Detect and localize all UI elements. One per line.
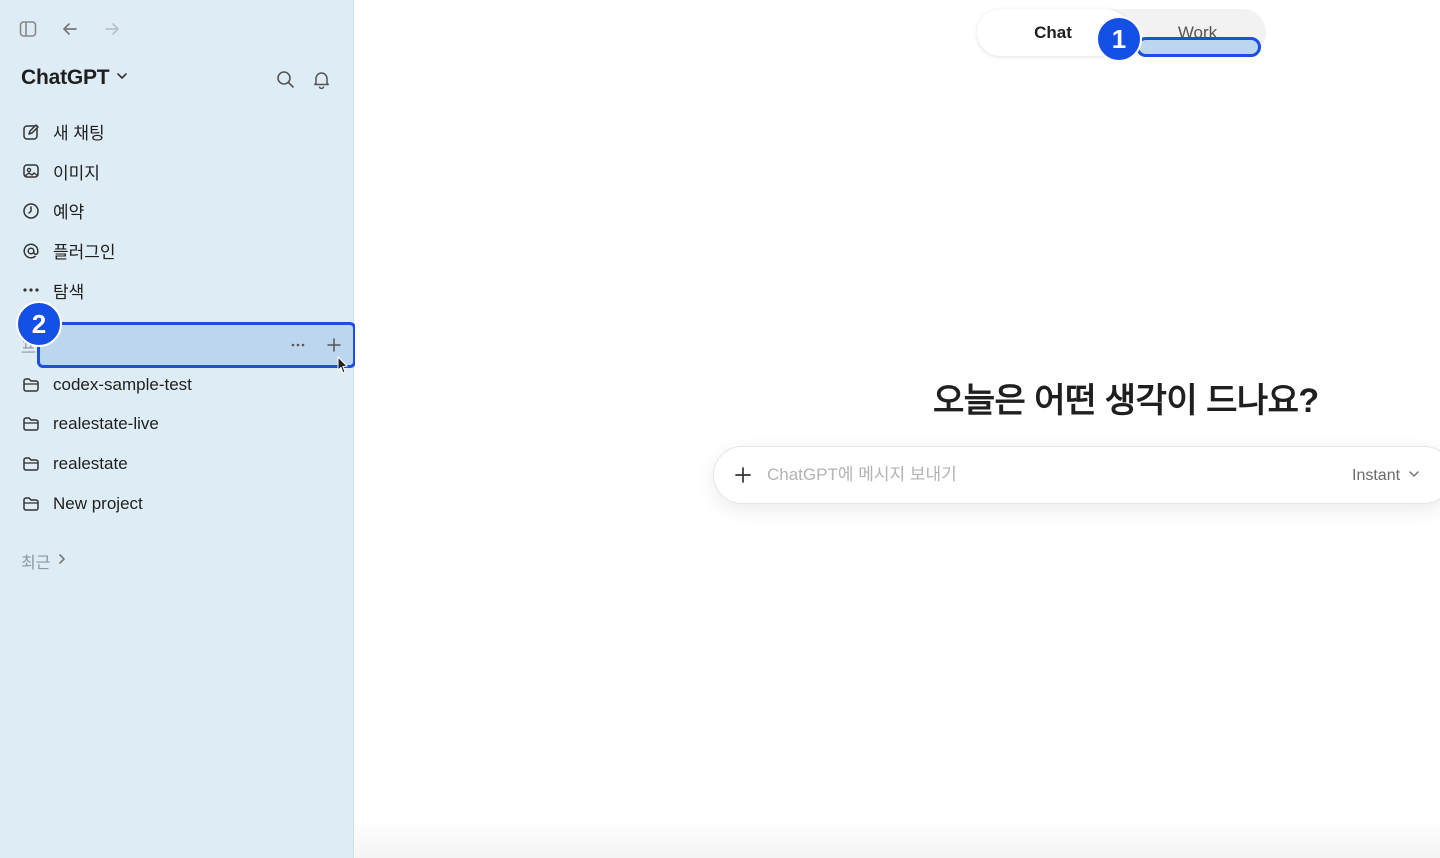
sidebar-item-scheduled[interactable]: 예약 [21,191,341,231]
chevron-down-icon [115,69,129,88]
sidebar-item-label: 예약 [53,203,85,223]
sidebar-item-plugins[interactable]: 플러그인 [21,231,341,271]
add-attachment-icon[interactable] [733,465,753,485]
project-label: realestate-live [53,414,159,434]
project-label: codex-sample-test [53,374,192,394]
more-options-icon[interactable] [289,336,307,354]
back-arrow-icon[interactable] [60,19,80,39]
project-item[interactable]: New project [21,484,341,524]
brand-title: ChatGPT [21,66,110,89]
annotation-badge-2: 2 [16,301,62,347]
chevron-down-icon [1408,467,1420,485]
recent-label: 최근 [21,555,51,572]
annotation-badge-1: 1 [1096,16,1142,62]
work-tab-highlight [1136,37,1261,57]
window-controls [18,19,122,39]
chevron-right-icon [56,552,68,571]
sidebar-item-label: 탐색 [53,282,85,302]
image-icon [21,161,41,181]
add-project-icon[interactable] [325,336,343,354]
bottom-fade [355,818,1440,858]
folder-icon [21,414,41,434]
message-composer: Instant [713,446,1440,504]
sidebar-item-label: 플러그인 [53,243,116,263]
projects-list: codex-sample-test realestate-live reales… [21,365,341,523]
at-icon [21,241,41,261]
sidebar-item-new-chat[interactable]: 새 채팅 [21,112,341,152]
folder-icon [21,375,41,395]
project-label: realestate [53,453,128,473]
project-label: New project [53,493,143,513]
model-select-label: Instant [1352,467,1401,484]
projects-actions [289,336,343,354]
model-switcher[interactable]: ChatGPT [21,66,129,90]
folder-icon [21,454,41,474]
forward-arrow-icon[interactable] [102,19,122,39]
model-select[interactable]: Instant [1352,447,1420,505]
project-item[interactable]: codex-sample-test [21,365,341,405]
bell-icon[interactable] [311,69,331,89]
project-item[interactable]: realestate [21,444,341,484]
more-icon [21,280,41,300]
sidebar-item-explore[interactable]: 탐색 [21,270,341,310]
sidebar-item-images[interactable]: 이미지 [21,152,341,192]
main-area: Chat Work 1 오늘은 어떤 생각이 드나요? Instant [355,0,1440,858]
clock-icon [21,201,41,221]
sidebar-nav: 새 채팅 이미지 예약 플러그인 탐색 [21,112,341,310]
edit-icon [21,122,41,142]
folder-icon [21,494,41,514]
recent-section-toggle[interactable]: 최근 [21,549,68,573]
message-input[interactable] [767,465,1327,485]
page-title: 오늘은 어떤 생각이 드나요? [933,382,1319,420]
sidebar-toggle-icon[interactable] [18,19,38,39]
projects-section-header[interactable] [37,322,356,368]
app-window: ChatGPT 새 채팅 이미지 예약 플러그인 탐색 codex-sample… [0,0,1440,858]
sidebar: ChatGPT 새 채팅 이미지 예약 플러그인 탐색 codex-sample… [0,0,356,858]
project-item[interactable]: realestate-live [21,405,341,445]
sidebar-header-actions [275,69,331,89]
sidebar-item-label: 새 채팅 [53,124,105,144]
search-icon[interactable] [275,69,295,89]
cursor-icon [337,355,349,379]
sidebar-item-label: 이미지 [53,163,100,183]
